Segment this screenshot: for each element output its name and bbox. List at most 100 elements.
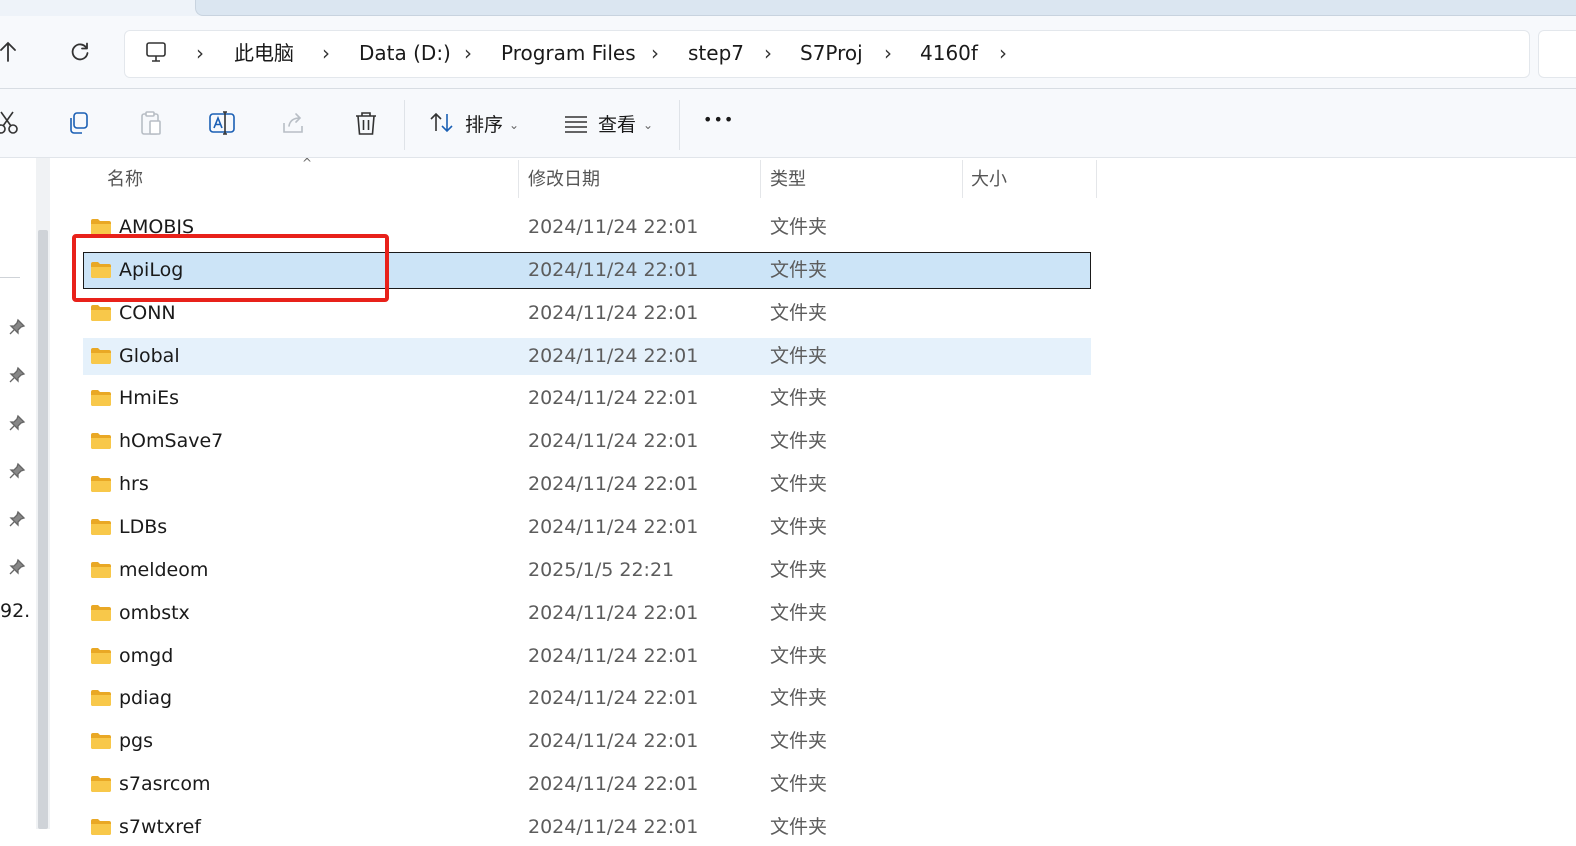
- column-header-type[interactable]: 类型: [770, 168, 806, 192]
- sort-icon[interactable]: [428, 109, 456, 137]
- search-box[interactable]: [1538, 30, 1576, 78]
- file-modified-date: 2024/11/24 22:01: [528, 773, 699, 795]
- more-options-icon[interactable]: •••: [703, 110, 734, 129]
- pin-icon[interactable]: [8, 366, 26, 384]
- file-type: 文件夹: [770, 345, 828, 367]
- file-name[interactable]: hOmSave7: [119, 428, 223, 454]
- file-name[interactable]: pgs: [119, 728, 153, 754]
- chevron-down-icon[interactable]: ⌄: [643, 118, 653, 132]
- pin-icon[interactable]: [8, 414, 26, 432]
- column-divider[interactable]: [1096, 160, 1097, 198]
- file-modified-date: 2024/11/24 22:01: [528, 516, 699, 538]
- computer-icon: [144, 40, 168, 64]
- up-arrow-icon[interactable]: [0, 38, 22, 66]
- annotation-highlight-box: [72, 234, 389, 302]
- breadcrumb-4160f[interactable]: 4160f: [920, 40, 978, 66]
- pin-icon[interactable]: [8, 462, 26, 480]
- view-icon[interactable]: [562, 109, 590, 137]
- breadcrumb-separator[interactable]: ›: [464, 40, 472, 66]
- breadcrumb-separator[interactable]: ›: [764, 40, 772, 66]
- column-header-modified[interactable]: 修改日期: [528, 168, 600, 192]
- file-type: 文件夹: [770, 430, 828, 452]
- breadcrumb-separator[interactable]: ›: [196, 40, 204, 66]
- file-modified-date: 2024/11/24 22:01: [528, 473, 699, 495]
- nav-scrollbar-thumb[interactable]: [38, 230, 48, 829]
- cut-icon[interactable]: [0, 109, 22, 137]
- folder-icon: [90, 775, 112, 793]
- file-name[interactable]: meldeom: [119, 557, 208, 583]
- file-name[interactable]: omgd: [119, 643, 173, 669]
- pin-icon[interactable]: [8, 318, 26, 336]
- file-type: 文件夹: [770, 559, 828, 581]
- folder-icon: [90, 475, 112, 493]
- file-name[interactable]: HmiEs: [119, 385, 179, 411]
- folder-icon: [90, 818, 112, 836]
- folder-icon: [90, 304, 112, 322]
- rename-icon[interactable]: [208, 109, 236, 137]
- nav-item-partial-label[interactable]: 92.1(: [0, 600, 32, 622]
- paste-icon: [137, 109, 165, 137]
- folder-icon: [90, 518, 112, 536]
- file-type: 文件夹: [770, 687, 828, 709]
- file-name[interactable]: CONN: [119, 300, 176, 326]
- breadcrumb-step7[interactable]: step7: [688, 40, 744, 66]
- file-type: 文件夹: [770, 516, 828, 538]
- file-name[interactable]: ombstx: [119, 600, 190, 626]
- delete-icon[interactable]: [352, 109, 380, 137]
- breadcrumb-program-files[interactable]: Program Files: [501, 40, 636, 66]
- file-type: 文件夹: [770, 216, 828, 238]
- sort-ascending-icon: ^: [302, 156, 313, 170]
- file-name[interactable]: hrs: [119, 471, 149, 497]
- sort-button-label[interactable]: 排序: [465, 112, 503, 138]
- file-type: 文件夹: [770, 773, 828, 795]
- active-tab[interactable]: [195, 0, 1576, 16]
- file-name[interactable]: s7wtxref: [119, 814, 201, 840]
- file-modified-date: 2024/11/24 22:01: [528, 645, 699, 667]
- nav-divider: [0, 277, 20, 278]
- pin-icon[interactable]: [8, 558, 26, 576]
- folder-icon: [90, 389, 112, 407]
- toolbar-divider: [679, 100, 680, 150]
- folder-icon: [90, 689, 112, 707]
- folder-icon: [90, 347, 112, 365]
- folder-icon: [90, 432, 112, 450]
- command-bar: [0, 89, 1576, 158]
- breadcrumb-separator[interactable]: ›: [651, 40, 659, 66]
- file-name[interactable]: Global: [119, 343, 180, 369]
- refresh-icon[interactable]: [66, 38, 94, 66]
- file-type: 文件夹: [770, 473, 828, 495]
- copy-icon[interactable]: [65, 109, 93, 137]
- file-name[interactable]: s7asrcom: [119, 771, 211, 797]
- file-modified-date: 2024/11/24 22:01: [528, 602, 699, 624]
- file-type: 文件夹: [770, 816, 828, 838]
- file-modified-date: 2025/1/5 22:21: [528, 559, 675, 581]
- column-header-size[interactable]: 大小: [971, 168, 1007, 192]
- column-divider[interactable]: [518, 160, 519, 198]
- file-modified-date: 2024/11/24 22:01: [528, 345, 699, 367]
- file-type: 文件夹: [770, 302, 828, 324]
- breadcrumb-this-pc[interactable]: 此电脑: [234, 40, 294, 66]
- file-type: 文件夹: [770, 602, 828, 624]
- navigation-pane: [0, 158, 36, 829]
- file-modified-date: 2024/11/24 22:01: [528, 216, 699, 238]
- chevron-down-icon[interactable]: ⌄: [509, 118, 519, 132]
- folder-icon: [90, 732, 112, 750]
- column-header-name[interactable]: 名称: [107, 168, 143, 192]
- folder-icon: [90, 561, 112, 579]
- breadcrumb-data-drive[interactable]: Data (D:): [359, 40, 451, 66]
- view-button-label[interactable]: 查看: [598, 112, 636, 138]
- breadcrumb-separator[interactable]: ›: [999, 40, 1007, 66]
- breadcrumb-separator[interactable]: ›: [322, 40, 330, 66]
- file-type: 文件夹: [770, 387, 828, 409]
- file-type: 文件夹: [770, 645, 828, 667]
- folder-icon: [90, 647, 112, 665]
- file-type: 文件夹: [770, 730, 828, 752]
- pin-icon[interactable]: [8, 510, 26, 528]
- file-name[interactable]: LDBs: [119, 514, 167, 540]
- breadcrumb-s7proj[interactable]: S7Proj: [800, 40, 863, 66]
- column-divider[interactable]: [760, 160, 761, 198]
- file-name[interactable]: pdiag: [119, 685, 172, 711]
- breadcrumb-separator[interactable]: ›: [884, 40, 892, 66]
- column-divider[interactable]: [962, 160, 963, 198]
- file-modified-date: 2024/11/24 22:01: [528, 816, 699, 838]
